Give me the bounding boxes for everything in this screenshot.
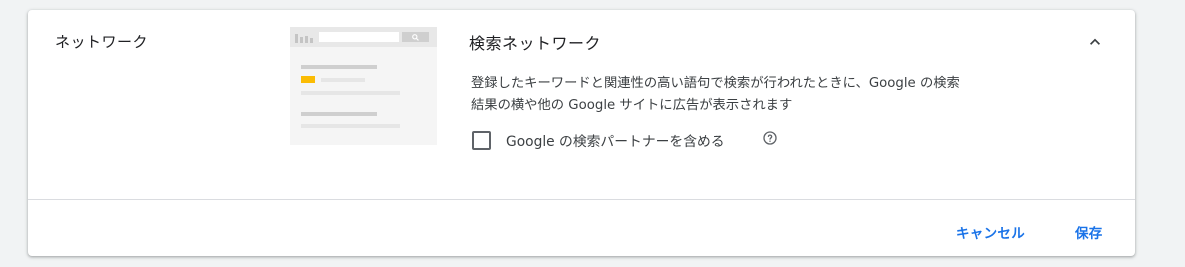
illustration-result-line xyxy=(301,91,400,95)
cancel-button[interactable]: キャンセル xyxy=(956,222,1025,242)
help-button[interactable] xyxy=(762,130,778,150)
collapse-button[interactable] xyxy=(1080,29,1110,55)
search-icon xyxy=(412,34,419,41)
search-network-illustration xyxy=(290,27,437,145)
section-label: ネットワーク xyxy=(55,33,149,51)
network-settings-card: ネットワーク 検索ネットワーク 登録したキーワードと関連性の高い語句で検索が行わ… xyxy=(28,10,1135,256)
illustration-result-title xyxy=(301,65,377,69)
footer-divider xyxy=(28,199,1135,200)
illustration-ad-badge xyxy=(301,76,315,83)
save-button[interactable]: 保存 xyxy=(1075,222,1103,242)
search-partners-label[interactable]: Google の検索パートナーを含める xyxy=(506,130,725,150)
description-line: 結果の横や他の Google サイトに広告が表示されます xyxy=(471,98,793,113)
search-partners-checkbox[interactable] xyxy=(472,131,491,150)
description-line: 登録したキーワードと関連性の高い語句で検索が行われたときに、Google の検索 xyxy=(471,76,960,91)
illustration-search-button xyxy=(402,32,429,42)
illustration-result-line xyxy=(301,124,400,128)
network-description: 登録したキーワードと関連性の高い語句で検索が行われたときに、Google の検索… xyxy=(471,73,1071,117)
illustration-result-line xyxy=(321,78,365,82)
chevron-up-icon xyxy=(1090,38,1100,45)
help-circle-icon xyxy=(763,131,777,145)
illustration-search-box xyxy=(319,32,399,42)
network-title: 検索ネットワーク xyxy=(469,34,602,53)
illustration-result-title xyxy=(301,112,377,116)
illustration-search-bar xyxy=(290,27,437,47)
